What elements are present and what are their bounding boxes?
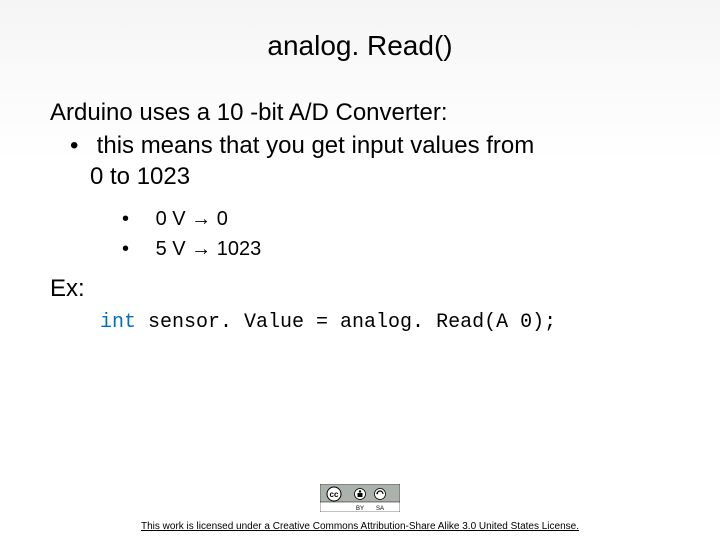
example-label: Ex: [50,275,670,303]
code-rest: sensor. Value = analog. Read(A 0); [148,311,556,334]
slide-footer: cc BY SA This work is licensed under a C… [0,484,720,532]
arrow-icon: → [191,238,211,260]
bullet-text-line2: 0 to 1023 [90,163,190,190]
arrow-icon: → [191,208,211,230]
code-example: int sensor. Value = analog. Read(A 0); [100,311,670,334]
license-link[interactable]: This work is licensed under a Creative C… [0,521,720,532]
sub-bullet-label: 5 V [156,238,192,260]
sub-bullet-value: 1023 [211,238,261,260]
sub-bullet-value: 0 [211,208,228,230]
svg-text:SA: SA [376,506,384,512]
sub-bullet-1: • 5 V → 1023 [122,235,670,263]
bullet-main: this means that you get input values fro… [70,130,670,192]
sub-bullet-0: • 0 V → 0 [122,205,670,233]
bullet-text-line1: this means that you get input values fro… [97,132,535,159]
sub-bullet-label: 0 V [156,208,192,230]
code-keyword: int [100,311,148,334]
cc-badge-icon: cc BY SA [320,484,400,512]
svg-text:cc: cc [330,490,339,499]
slide-title: analog. Read() [50,30,670,62]
bullet-dot: • [122,235,150,263]
bullet-dot: • [122,205,150,233]
intro-text: Arduino uses a 10 -bit A/D Converter: [50,97,670,128]
svg-text:BY: BY [356,506,364,512]
slide-content: analog. Read() Arduino uses a 10 -bit A/… [0,0,720,334]
